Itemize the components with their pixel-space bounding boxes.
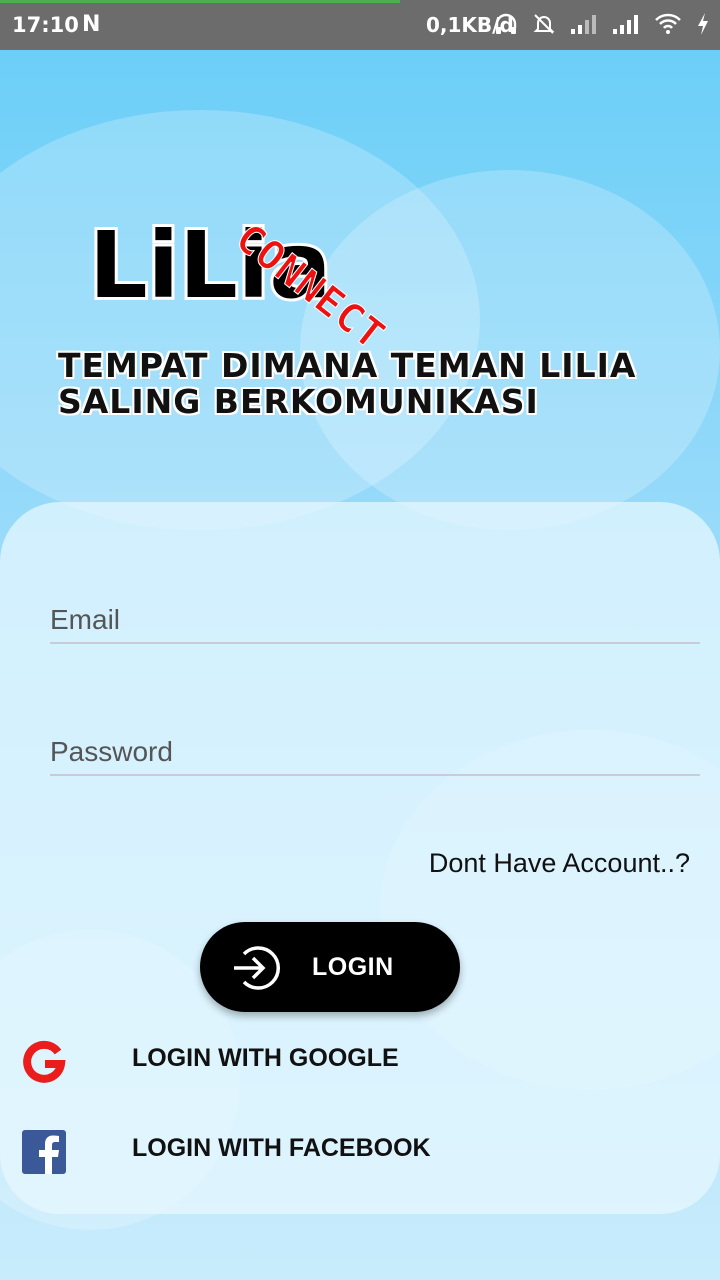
mute-bell-icon <box>532 12 556 40</box>
status-time: 17:10 <box>12 13 79 37</box>
status-bar: 17:10 N 0,1KB/d <box>0 0 720 50</box>
tagline-line-2: SALING BERKOMUNIKASI <box>58 382 539 421</box>
page-load-progress <box>0 0 400 3</box>
login-arrow-icon <box>230 942 282 999</box>
password-field[interactable] <box>50 736 700 776</box>
email-input[interactable] <box>50 604 700 642</box>
charging-icon <box>696 12 710 40</box>
tagline: TEMPAT DIMANA TEMAN LILIA SALING BERKOMU… <box>58 348 636 420</box>
password-input[interactable] <box>50 736 700 774</box>
google-login-label: LOGIN WITH GOOGLE <box>132 1044 399 1072</box>
notification-n-icon: N <box>82 12 101 37</box>
signal-2-icon <box>612 13 640 39</box>
email-field[interactable] <box>50 604 700 644</box>
signup-link[interactable]: Dont Have Account..? <box>429 848 690 879</box>
signal-1-icon <box>570 13 598 39</box>
login-button-label: LOGIN <box>312 953 394 981</box>
facebook-login-label: LOGIN WITH FACEBOOK <box>132 1134 431 1162</box>
tagline-line-1: TEMPAT DIMANA TEMAN LILIA <box>58 346 637 385</box>
google-icon <box>22 1040 66 1089</box>
facebook-login-button[interactable]: LOGIN WITH FACEBOOK <box>0 1120 720 1180</box>
google-login-button[interactable]: LOGIN WITH GOOGLE <box>0 1030 720 1090</box>
headphones-icon <box>494 12 518 40</box>
facebook-icon <box>22 1130 66 1179</box>
login-button[interactable]: LOGIN <box>200 922 460 1012</box>
wifi-icon <box>654 13 682 39</box>
